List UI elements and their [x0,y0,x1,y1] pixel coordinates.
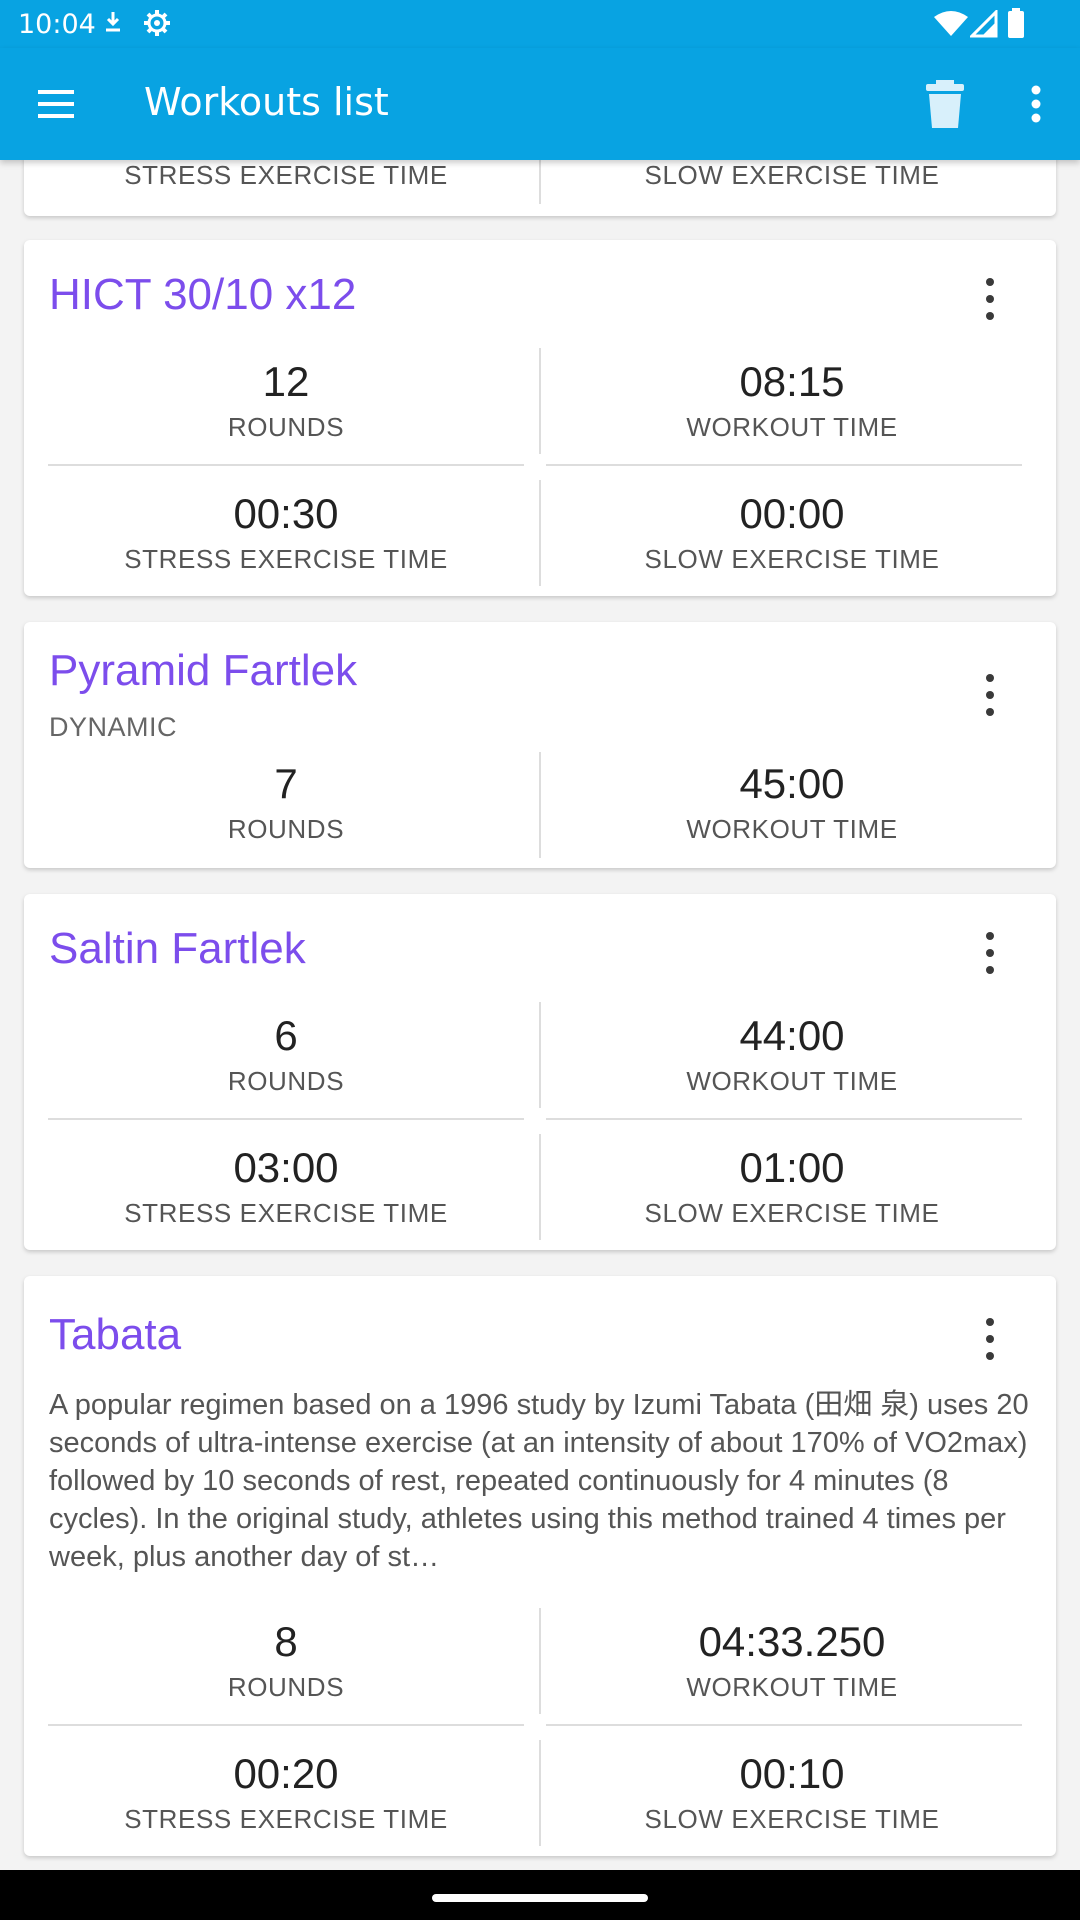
download-icon [102,8,124,40]
workout-title: Pyramid Fartlek [49,646,358,695]
workout-title: Saltin Fartlek [49,924,306,973]
divider [546,1118,1022,1120]
stat-value: 03:00 [233,1144,339,1191]
stat-label: SLOW EXERCISE TIME [644,160,940,190]
workout-title: Tabata [49,1310,182,1359]
stat-workout-time: 08:15 WORKOUT TIME [554,354,1030,443]
workout-card[interactable]: Saltin Fartlek 6 ROUNDS 44:00 WORKOUT TI… [24,894,1056,1250]
status-time: 10:04 [18,9,96,40]
divider [539,1740,541,1846]
workout-card[interactable]: Pyramid Fartlek DYNAMIC 7 ROUNDS 45:00 W… [24,622,1056,868]
stat-slow-time: 00:00 SLOW EXERCISE TIME [554,486,1030,575]
stat-label: STRESS EXERCISE TIME [124,1804,448,1834]
stat-label: WORKOUT TIME [686,1672,898,1702]
stat-label: ROUNDS [227,412,345,442]
stat-stress-time: 00:20 STRESS EXERCISE TIME [48,1746,524,1835]
stat-value: 01:00 [739,1144,845,1191]
workout-title: HICT 30/10 x12 [49,270,357,319]
stat-rounds: 7 ROUNDS [48,756,524,845]
stat-value: 8 [274,1618,298,1665]
stat-value: 04:33.250 [698,1618,886,1665]
menu-icon[interactable] [34,84,78,124]
stat-label: STRESS EXERCISE TIME [124,1198,448,1228]
settings-gear-icon [142,8,172,42]
stat-label: SLOW EXERCISE TIME [644,544,940,574]
workouts-list[interactable]: STRESS EXERCISE TIME SLOW EXERCISE TIME … [0,160,1080,1870]
stat-workout-time: 44:00 WORKOUT TIME [554,1008,1030,1097]
stat-slow-time: 01:00 SLOW EXERCISE TIME [554,1140,1030,1229]
stat-value: 6 [274,1012,298,1059]
stat-value: 7 [274,760,298,807]
workout-card[interactable]: Tabata A popular regimen based on a 1996… [24,1276,1056,1856]
stat-label: SLOW EXERCISE TIME [644,1804,940,1834]
card-more-icon[interactable] [982,674,998,718]
workout-card[interactable]: STRESS EXERCISE TIME SLOW EXERCISE TIME [24,160,1056,216]
stat-stress-time: STRESS EXERCISE TIME [48,160,524,191]
stat-label: ROUNDS [227,1066,345,1096]
workout-description: A popular regimen based on a 1996 study … [49,1389,1029,1573]
stat-slow-time: 00:10 SLOW EXERCISE TIME [554,1746,1030,1835]
divider [546,1724,1022,1726]
home-gesture-handle[interactable] [432,1894,648,1902]
divider [539,480,541,586]
stat-stress-time: 03:00 STRESS EXERCISE TIME [48,1140,524,1229]
stat-workout-time: 45:00 WORKOUT TIME [554,756,1030,845]
divider [539,348,541,454]
stat-label: WORKOUT TIME [686,1066,898,1096]
stat-value: 00:10 [739,1750,845,1797]
divider [539,1002,541,1108]
divider [539,752,541,858]
stat-label: SLOW EXERCISE TIME [644,1198,940,1228]
stat-value: 00:20 [233,1750,339,1797]
status-bar: 10:04 [0,0,1080,48]
stat-stress-time: 00:30 STRESS EXERCISE TIME [48,486,524,575]
card-more-icon[interactable] [982,1318,998,1362]
divider [539,1608,541,1714]
card-more-icon[interactable] [982,278,998,322]
divider [48,1724,524,1726]
signal-icon [968,8,998,42]
stat-label: WORKOUT TIME [686,814,898,844]
wifi-icon [934,10,968,40]
stat-rounds: 12 ROUNDS [48,354,524,443]
stat-value: 00:00 [739,490,845,537]
more-vert-icon[interactable] [1020,82,1052,126]
card-more-icon[interactable] [982,932,998,976]
divider [539,1134,541,1240]
stat-label: STRESS EXERCISE TIME [124,544,448,574]
divider [48,464,524,466]
workout-card[interactable]: HICT 30/10 x12 12 ROUNDS 08:15 WORKOUT T… [24,240,1056,596]
stat-label: ROUNDS [227,1672,345,1702]
stat-label: WORKOUT TIME [686,412,898,442]
divider [546,464,1022,466]
stat-slow-time: SLOW EXERCISE TIME [554,160,1030,191]
stat-workout-time: 04:33.250 WORKOUT TIME [554,1614,1030,1703]
stat-value: 45:00 [739,760,845,807]
stat-value: 00:30 [233,490,339,537]
stat-label: ROUNDS [227,814,345,844]
stat-rounds: 8 ROUNDS [48,1614,524,1703]
stat-value: 12 [262,358,310,405]
stat-value: 08:15 [739,358,845,405]
stat-value: 44:00 [739,1012,845,1059]
divider [48,1118,524,1120]
stat-rounds: 6 ROUNDS [48,1008,524,1097]
app-bar: Workouts list [0,48,1080,160]
stat-label: STRESS EXERCISE TIME [124,160,448,190]
divider [539,160,541,204]
system-nav-bar [0,1870,1080,1920]
workout-type: DYNAMIC [49,712,178,742]
battery-icon [1008,8,1024,42]
delete-icon[interactable] [922,78,968,130]
page-title: Workouts list [144,80,389,124]
